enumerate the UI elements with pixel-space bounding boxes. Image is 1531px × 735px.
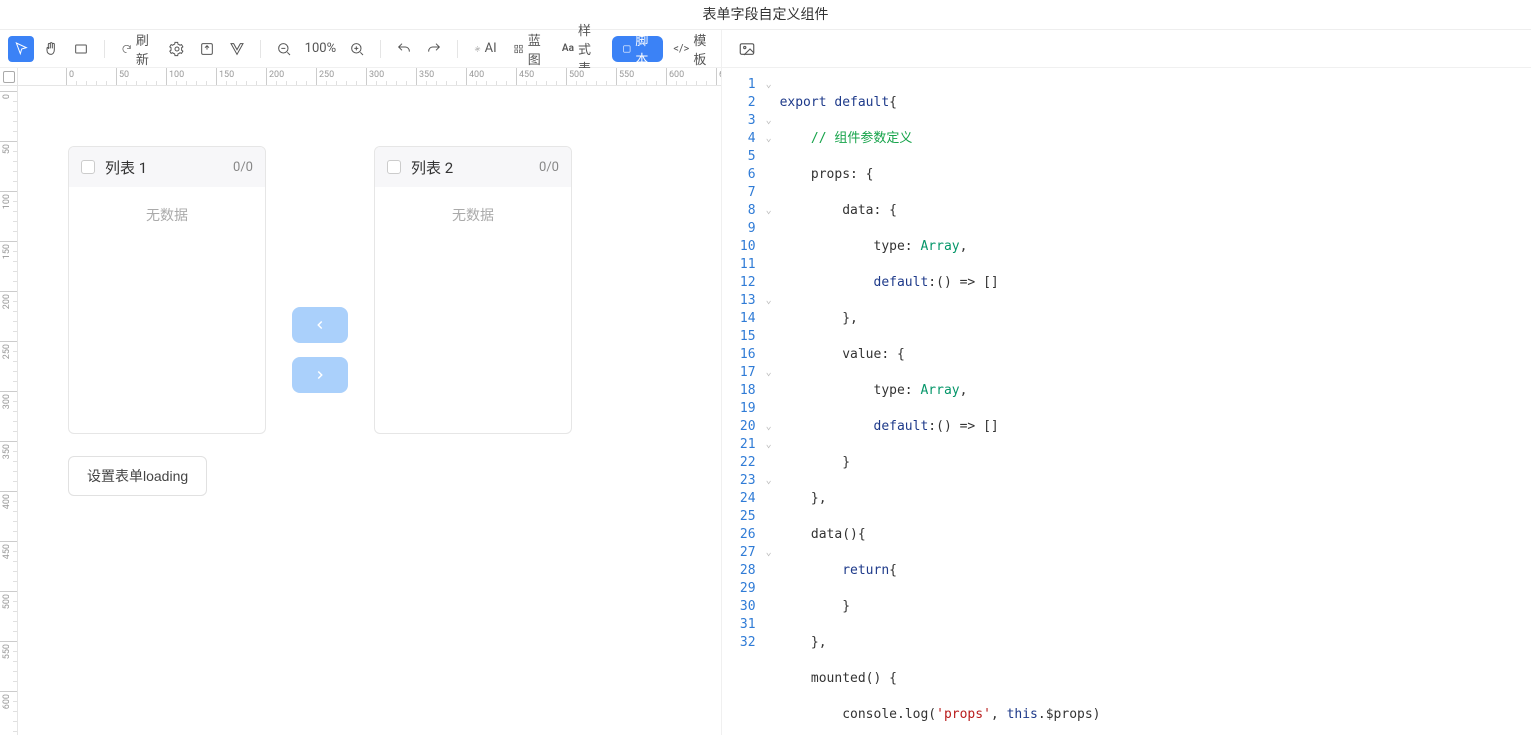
- design-canvas[interactable]: 列表 1 0/0 无数据: [18, 86, 721, 735]
- divider: [380, 40, 381, 58]
- ai-button[interactable]: AI: [468, 36, 503, 62]
- transfer-list-1-header: 列表 1 0/0: [69, 147, 265, 187]
- transfer-list-1[interactable]: 列表 1 0/0 无数据: [68, 146, 266, 434]
- zoom-level[interactable]: 100%: [301, 41, 340, 56]
- line-gutter: 1234567891011121314151617181920212223242…: [722, 68, 762, 735]
- zoom-out-icon[interactable]: [271, 36, 297, 62]
- horizontal-ruler: 0501001502002503003504004505005506006507…: [18, 68, 721, 86]
- code-pane: 1234567891011121314151617181920212223242…: [722, 30, 1531, 735]
- settings-icon[interactable]: [164, 36, 190, 62]
- page-title: 表单字段自定义组件: [0, 0, 1531, 30]
- divider: [260, 40, 261, 58]
- transfer-list-1-count: 0/0: [233, 160, 253, 175]
- image-icon[interactable]: [734, 36, 760, 62]
- code-content[interactable]: export default{ // 组件参数定义 props: { data:…: [776, 68, 1531, 735]
- vertical-ruler: 050100150200250300350400450500550600: [0, 86, 18, 735]
- template-label: 模板: [693, 30, 706, 68]
- transfer-list-1-empty: 无数据: [69, 187, 265, 433]
- vue-icon[interactable]: [224, 36, 250, 62]
- transfer-list-2[interactable]: 列表 2 0/0 无数据: [374, 146, 572, 434]
- hand-tool[interactable]: [38, 36, 64, 62]
- design-pane: 刷新 100%: [0, 30, 722, 735]
- export-icon[interactable]: [194, 36, 220, 62]
- rect-tool[interactable]: [68, 36, 94, 62]
- set-loading-button[interactable]: 设置表单loading: [68, 456, 207, 496]
- canvas-area: 0501001502002503003504004505005506006507…: [0, 68, 721, 735]
- template-button[interactable]: </> 模板: [667, 36, 712, 62]
- script-label: 脚本: [635, 30, 653, 68]
- transfer-left-button[interactable]: [292, 307, 348, 343]
- transfer-list-2-title: 列表 2: [411, 157, 453, 178]
- transfer-list-2-empty: 无数据: [375, 187, 571, 433]
- checkbox-icon[interactable]: [387, 160, 401, 174]
- divider: [104, 40, 105, 58]
- script-button[interactable]: 脚本: [612, 36, 664, 62]
- divider: [457, 40, 458, 58]
- transfer-buttons: [292, 146, 348, 434]
- design-toolbar: 刷新 100%: [0, 30, 721, 68]
- ai-label: AI: [485, 41, 497, 56]
- refresh-label: 刷新: [136, 30, 154, 68]
- code-toolbar: [722, 30, 1531, 68]
- transfer-component: 列表 1 0/0 无数据: [68, 146, 572, 434]
- ruler-origin-icon[interactable]: [0, 68, 18, 86]
- transfer-list-2-header: 列表 2 0/0: [375, 147, 571, 187]
- refresh-button[interactable]: 刷新: [115, 36, 160, 62]
- chevron-left-icon: [313, 318, 327, 332]
- blueprint-button[interactable]: 蓝图: [507, 36, 552, 62]
- zoom-in-icon[interactable]: [344, 36, 370, 62]
- blueprint-label: 蓝图: [528, 30, 546, 68]
- redo-icon[interactable]: [421, 36, 447, 62]
- stylesheet-button[interactable]: Aa 样式表: [556, 36, 608, 62]
- undo-icon[interactable]: [391, 36, 417, 62]
- transfer-list-1-title: 列表 1: [105, 157, 147, 178]
- chevron-right-icon: [313, 368, 327, 382]
- code-editor[interactable]: 1234567891011121314151617181920212223242…: [722, 68, 1531, 735]
- pointer-tool[interactable]: [8, 36, 34, 62]
- transfer-right-button[interactable]: [292, 357, 348, 393]
- checkbox-icon[interactable]: [81, 160, 95, 174]
- transfer-list-2-count: 0/0: [539, 160, 559, 175]
- fold-bar: ⌄⌄⌄⌄⌄⌄⌄⌄⌄⌄: [762, 68, 776, 735]
